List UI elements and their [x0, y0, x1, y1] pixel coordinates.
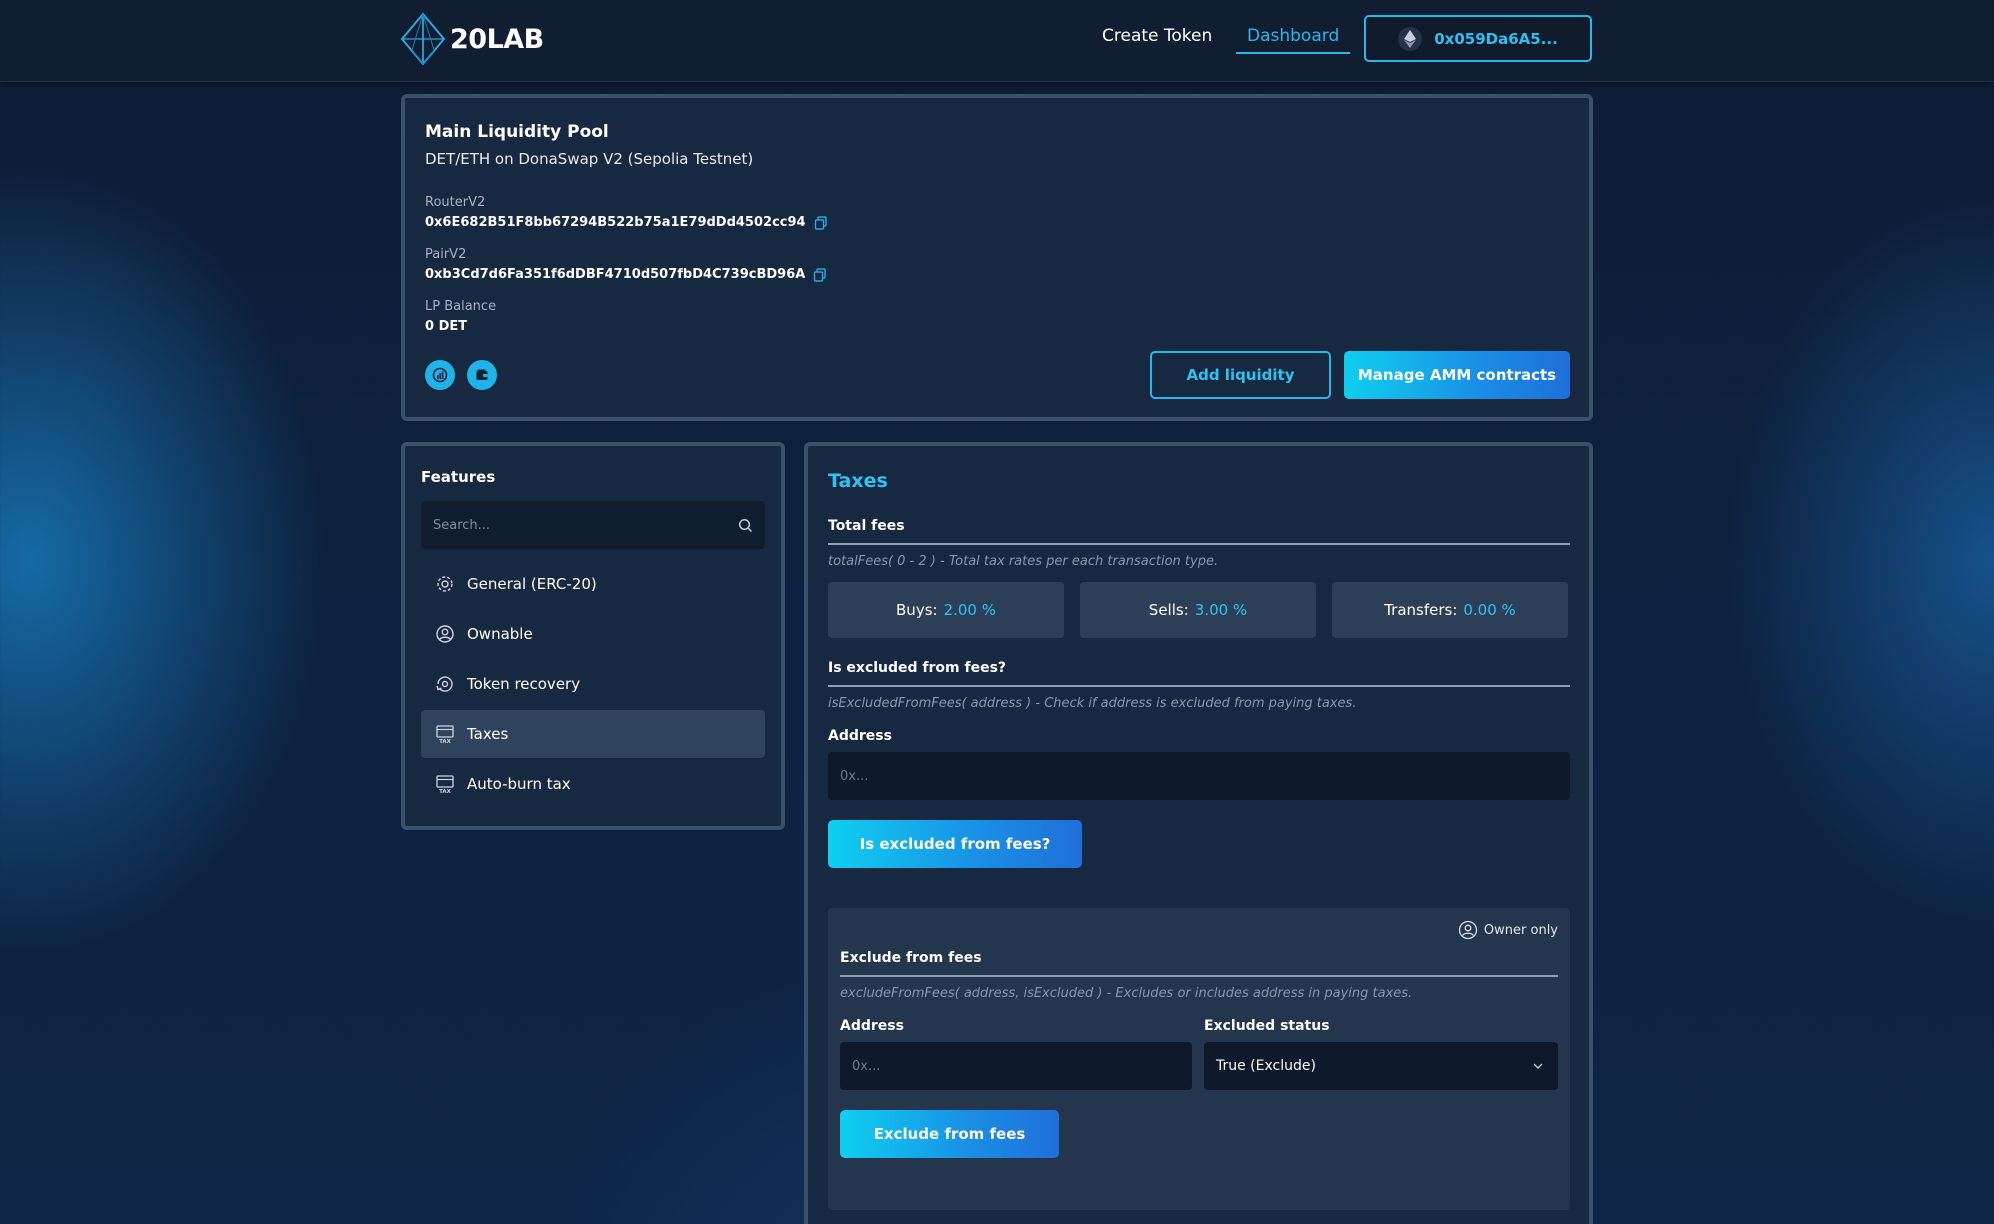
transfers-fee-box: Transfers: 0.00 % — [1332, 582, 1568, 638]
is-excluded-title: Is excluded from fees? — [828, 660, 1007, 676]
user-circle-icon — [436, 625, 454, 643]
is-excluded-button[interactable]: Is excluded from fees? — [828, 820, 1082, 868]
gear-icon — [437, 576, 453, 592]
pair-label: PairV2 — [425, 247, 467, 262]
sells-value: 3.00 % — [1194, 601, 1248, 619]
wallet-address: 0x059Da6A5... — [1434, 29, 1558, 48]
features-search[interactable] — [421, 501, 765, 549]
tax-icon: TAX — [436, 725, 454, 744]
exclude-title: Exclude from fees — [840, 950, 982, 966]
feature-item-ownable[interactable]: Ownable — [421, 610, 765, 658]
nav-dashboard[interactable]: Dashboard — [1236, 26, 1351, 54]
ethereum-icon — [1398, 26, 1423, 51]
pair-address-text: 0xb3Cd7d6Fa351f6dDBF4710d507fbD4C739cBD9… — [425, 267, 806, 282]
address-input[interactable] — [840, 768, 1558, 784]
chart-icon[interactable] — [425, 360, 455, 390]
copy-icon[interactable] — [814, 215, 828, 230]
is-excluded-description: isExcludedFromFees( address ) - Check if… — [828, 696, 1357, 711]
transfers-label: Transfers: — [1384, 601, 1458, 619]
divider — [840, 975, 1558, 977]
logo-icon — [400, 12, 446, 66]
tax-icon: TAX — [436, 775, 454, 794]
feature-item-token-recovery[interactable]: Token recovery — [421, 660, 765, 708]
logo-text: 20LAB — [450, 23, 544, 55]
feature-item-taxes[interactable]: TAX Taxes — [421, 710, 765, 758]
search-icon[interactable] — [738, 518, 753, 533]
address-field[interactable] — [828, 752, 1570, 800]
taxes-card: Taxes Total fees totalFees( 0 - 2 ) - To… — [804, 442, 1593, 1224]
pool-title: Main Liquidity Pool — [425, 122, 609, 142]
feature-item-label: General (ERC-20) — [467, 575, 597, 593]
lp-balance-value: 0 DET — [425, 319, 468, 334]
divider — [828, 685, 1570, 687]
logo[interactable]: 20LAB — [400, 12, 544, 66]
exclude-address-field[interactable] — [840, 1042, 1192, 1090]
feature-item-general[interactable]: General (ERC-20) — [421, 560, 765, 608]
exclude-address-label: Address — [840, 1018, 904, 1034]
svg-text:TAX: TAX — [439, 739, 452, 744]
divider — [828, 543, 1570, 545]
exclude-address-input[interactable] — [852, 1058, 1180, 1074]
exclude-description: excludeFromFees( address, isExcluded ) -… — [840, 986, 1413, 1001]
features-title: Features — [421, 468, 496, 486]
buys-value: 2.00 % — [943, 601, 996, 619]
total-fees-description: totalFees( 0 - 2 ) - Total tax rates per… — [828, 554, 1219, 569]
sells-fee-box: Sells: 3.00 % — [1080, 582, 1316, 638]
wallet-button[interactable]: 0x059Da6A5... — [1364, 15, 1592, 62]
feature-item-label: Taxes — [467, 725, 509, 743]
excluded-status-select[interactable]: True (Exclude) — [1204, 1042, 1558, 1090]
lp-balance-label: LP Balance — [425, 299, 497, 314]
recovery-icon — [436, 676, 453, 692]
copy-icon[interactable] — [813, 267, 827, 282]
address-label: Address — [828, 728, 892, 744]
taxes-title: Taxes — [828, 470, 888, 492]
features-card: Features General (ERC-20) Ownable Token … — [401, 442, 785, 830]
exclude-from-fees-button[interactable]: Exclude from fees — [840, 1110, 1059, 1158]
liquidity-pool-card: Main Liquidity Pool DET/ETH on DonaSwap … — [401, 94, 1593, 421]
buys-fee-box: Buys: 2.00 % — [828, 582, 1064, 638]
pair-address: 0xb3Cd7d6Fa351f6dDBF4710d507fbD4C739cBD9… — [425, 267, 827, 282]
search-input[interactable] — [433, 517, 738, 533]
svg-text:TAX: TAX — [439, 789, 452, 794]
router-label: RouterV2 — [425, 195, 486, 210]
user-circle-icon — [1458, 920, 1478, 940]
feature-item-label: Ownable — [467, 625, 533, 643]
add-liquidity-button[interactable]: Add liquidity — [1150, 351, 1331, 399]
top-navbar: 20LAB Create Token Dashboard 0x059Da6A5.… — [0, 0, 1994, 82]
pool-subtitle: DET/ETH on DonaSwap V2 (Sepolia Testnet) — [425, 150, 754, 168]
buys-label: Buys: — [896, 601, 938, 619]
exclude-from-fees-panel: Owner only Exclude from fees excludeFrom… — [828, 908, 1570, 1210]
excluded-status-value: True (Exclude) — [1216, 1058, 1316, 1074]
feature-item-auto-burn-tax[interactable]: TAX Auto-burn tax — [421, 760, 765, 808]
total-fees-title: Total fees — [828, 518, 905, 534]
chevron-down-icon — [1533, 1063, 1543, 1069]
router-address: 0x6E682B51F8bb67294B522b75a1E79dDd4502cc… — [425, 215, 828, 230]
excluded-status-label: Excluded status — [1204, 1018, 1330, 1034]
owner-only-label: Owner only — [1483, 922, 1558, 938]
feature-item-label: Token recovery — [467, 675, 581, 693]
manage-amm-button[interactable]: Manage AMM contracts — [1344, 351, 1570, 399]
sells-label: Sells: — [1148, 601, 1189, 619]
wallet-icon[interactable] — [467, 360, 497, 390]
feature-item-label: Auto-burn tax — [467, 775, 571, 793]
nav-create-token[interactable]: Create Token — [1102, 26, 1212, 46]
owner-only-badge: Owner only — [1458, 920, 1558, 940]
transfers-value: 0.00 % — [1463, 601, 1516, 619]
router-address-text: 0x6E682B51F8bb67294B522b75a1E79dDd4502cc… — [425, 215, 806, 230]
